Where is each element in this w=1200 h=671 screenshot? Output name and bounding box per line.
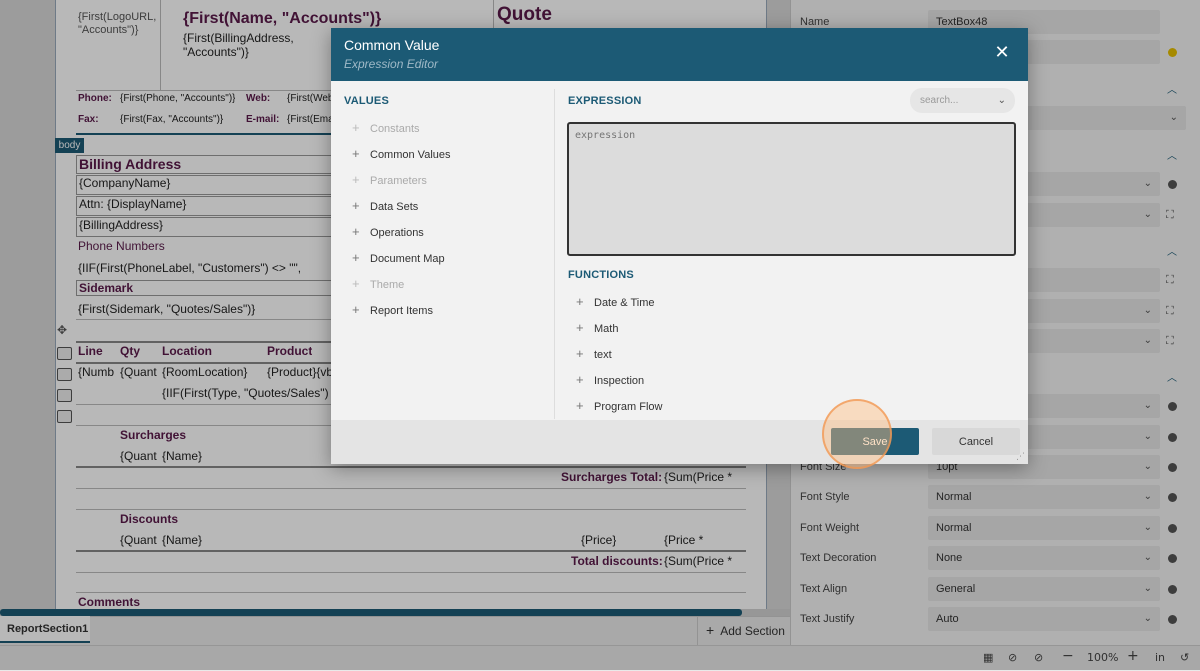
plus-icon: +: [352, 224, 360, 239]
function-item-text[interactable]: + text: [576, 346, 612, 361]
save-button[interactable]: Save: [831, 428, 919, 455]
dialog-subtitle: Expression Editor: [344, 57, 439, 71]
function-item-label: Date & Time: [594, 297, 655, 309]
values-item-label: Report Items: [370, 305, 433, 317]
values-item-common-values[interactable]: + Common Values: [352, 146, 451, 161]
values-item-label: Parameters: [370, 175, 427, 187]
plus-icon: +: [352, 146, 360, 161]
dialog-header: [331, 28, 1028, 81]
functions-header: FUNCTIONS: [568, 269, 634, 281]
expression-input[interactable]: [567, 122, 1016, 256]
plus-icon: +: [352, 250, 360, 265]
dialog-footer: [331, 420, 1028, 464]
function-item-label: Program Flow: [594, 401, 663, 413]
plus-icon: +: [352, 276, 360, 291]
values-item-label: Operations: [370, 227, 424, 239]
function-item-date-time[interactable]: + Date & Time: [576, 294, 655, 309]
values-item-label: Data Sets: [370, 201, 419, 213]
function-item-label: text: [594, 349, 612, 361]
close-icon[interactable]: ✕: [993, 44, 1011, 62]
column-divider: [554, 89, 555, 419]
chevron-down-icon: ⌄: [997, 95, 1006, 106]
values-item-theme[interactable]: + Theme: [352, 276, 404, 291]
function-item-math[interactable]: + Math: [576, 320, 618, 335]
resize-grip-icon[interactable]: ⋰: [1016, 452, 1025, 462]
plus-icon: +: [576, 372, 584, 387]
expression-header: EXPRESSION: [568, 95, 642, 107]
plus-icon: +: [352, 172, 360, 187]
values-item-label: Constants: [370, 123, 420, 135]
plus-icon: +: [352, 198, 360, 213]
values-item-label: Common Values: [370, 149, 451, 161]
values-header: VALUES: [344, 95, 390, 107]
plus-icon: +: [576, 346, 584, 361]
function-item-label: Inspection: [594, 375, 645, 387]
values-item-report-items[interactable]: + Report Items: [352, 302, 433, 317]
function-item-program-flow[interactable]: + Program Flow: [576, 398, 662, 413]
plus-icon: +: [576, 320, 584, 335]
plus-icon: +: [576, 398, 584, 413]
plus-icon: +: [576, 294, 584, 309]
function-item-inspection[interactable]: + Inspection: [576, 372, 644, 387]
dialog-title: Common Value: [344, 37, 440, 53]
values-item-label: Theme: [370, 279, 405, 291]
search-input[interactable]: search... ⌄: [910, 88, 1015, 113]
values-item-operations[interactable]: + Operations: [352, 224, 424, 239]
function-item-label: Math: [594, 323, 619, 335]
values-item-constants[interactable]: + Constants: [352, 120, 420, 135]
values-item-data-sets[interactable]: + Data Sets: [352, 198, 418, 213]
values-item-label: Document Map: [370, 253, 445, 265]
plus-icon: +: [352, 302, 360, 317]
values-item-document-map[interactable]: + Document Map: [352, 250, 445, 265]
values-item-parameters[interactable]: + Parameters: [352, 172, 427, 187]
cancel-button[interactable]: Cancel: [932, 428, 1020, 455]
search-placeholder: search...: [920, 95, 959, 106]
plus-icon: +: [352, 120, 360, 135]
